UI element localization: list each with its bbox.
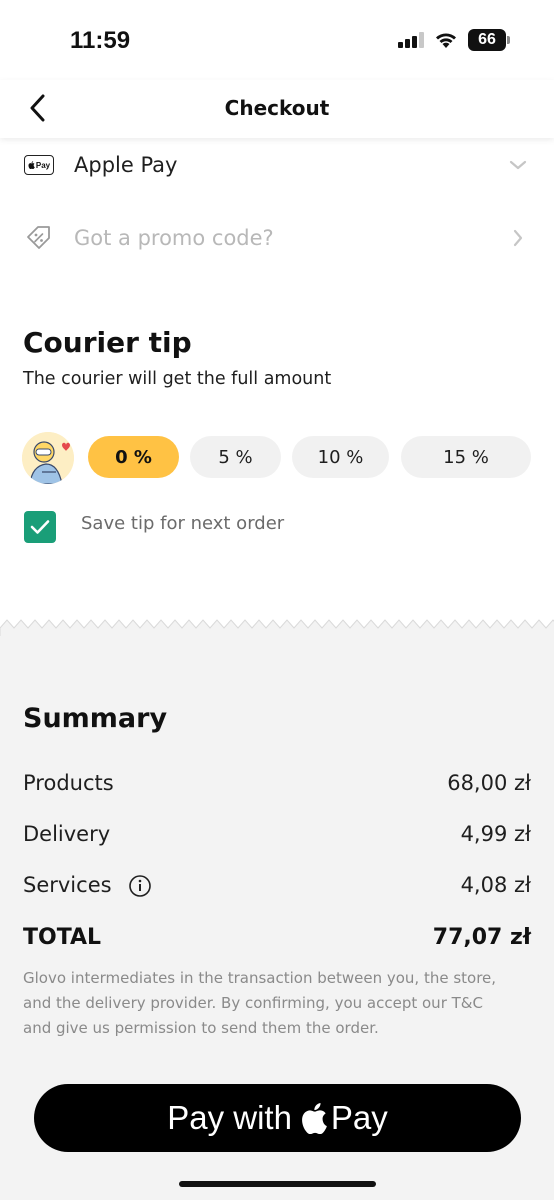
summary-total: TOTAL 77,07 zł xyxy=(23,925,531,955)
summary-value: 68,00 zł xyxy=(447,771,531,795)
summary-line-delivery: Delivery 4,99 zł xyxy=(23,822,531,852)
status-icons: 66 xyxy=(398,29,510,51)
tip-option-0[interactable]: 0 % xyxy=(88,436,179,478)
signal-icon xyxy=(398,32,424,48)
apple-logo-small-icon xyxy=(28,161,35,169)
save-tip-label: Save tip for next order xyxy=(81,513,285,534)
chevron-down-icon xyxy=(508,155,528,175)
page-title: Checkout xyxy=(224,96,330,120)
legal-disclaimer: Glovo intermediates in the transaction b… xyxy=(23,969,497,1037)
battery-level: 66 xyxy=(468,29,506,51)
save-tip-checkbox[interactable] xyxy=(24,511,56,543)
info-icon[interactable] xyxy=(128,874,152,898)
tip-option-15[interactable]: 15 % xyxy=(401,436,531,478)
battery-cap xyxy=(507,36,510,44)
tip-options: 0 % 5 % 10 % 15 % xyxy=(0,436,554,478)
apple-logo-icon xyxy=(302,1102,327,1134)
summary-line-products: Products 68,00 zł xyxy=(23,771,531,801)
summary-line-services: Services 4,08 zł xyxy=(23,873,531,903)
pay-button-suffix: Pay xyxy=(330,1099,388,1136)
payment-method-label: Apple Pay xyxy=(74,153,178,177)
pay-button-prefix: Pay with xyxy=(167,1099,292,1136)
summary-label: Products xyxy=(23,771,114,795)
apple-pay-card-icon: Pay xyxy=(24,150,54,180)
total-value: 77,07 zł xyxy=(432,925,531,950)
summary-label: Services xyxy=(23,873,112,897)
pay-with-apple-pay-button[interactable]: Pay with Pay xyxy=(34,1084,521,1152)
courier-tip-title: Courier tip xyxy=(23,326,192,359)
wifi-icon xyxy=(436,33,456,48)
summary-section: Summary Products 68,00 zł Delivery 4,99 … xyxy=(0,636,554,1200)
summary-value: 4,08 zł xyxy=(460,873,531,897)
home-indicator xyxy=(179,1181,376,1187)
payment-method-row[interactable]: Pay Apple Pay xyxy=(0,142,554,188)
tip-option-5[interactable]: 5 % xyxy=(190,436,281,478)
save-tip-row: Save tip for next order xyxy=(24,510,284,544)
chevron-right-icon xyxy=(508,228,528,248)
total-label: TOTAL xyxy=(23,925,102,950)
promo-code-row[interactable]: Got a promo code? xyxy=(0,214,554,262)
promo-code-placeholder: Got a promo code? xyxy=(74,226,274,250)
battery-icon: 66 xyxy=(468,29,510,51)
apple-pay-badge-text: Pay xyxy=(35,160,51,170)
status-time: 11:59 xyxy=(70,27,131,54)
courier-tip-subtitle: The courier will get the full amount xyxy=(23,369,332,389)
summary-value: 4,99 zł xyxy=(460,822,531,846)
status-bar: 11:59 66 xyxy=(0,0,554,80)
header: Checkout xyxy=(0,80,554,138)
tag-percent-icon xyxy=(24,223,54,253)
tip-option-10[interactable]: 10 % xyxy=(292,436,389,478)
receipt-zigzag-divider xyxy=(0,619,554,638)
summary-title: Summary xyxy=(23,703,168,734)
summary-label: Delivery xyxy=(23,822,111,846)
checkmark-icon xyxy=(30,520,50,534)
